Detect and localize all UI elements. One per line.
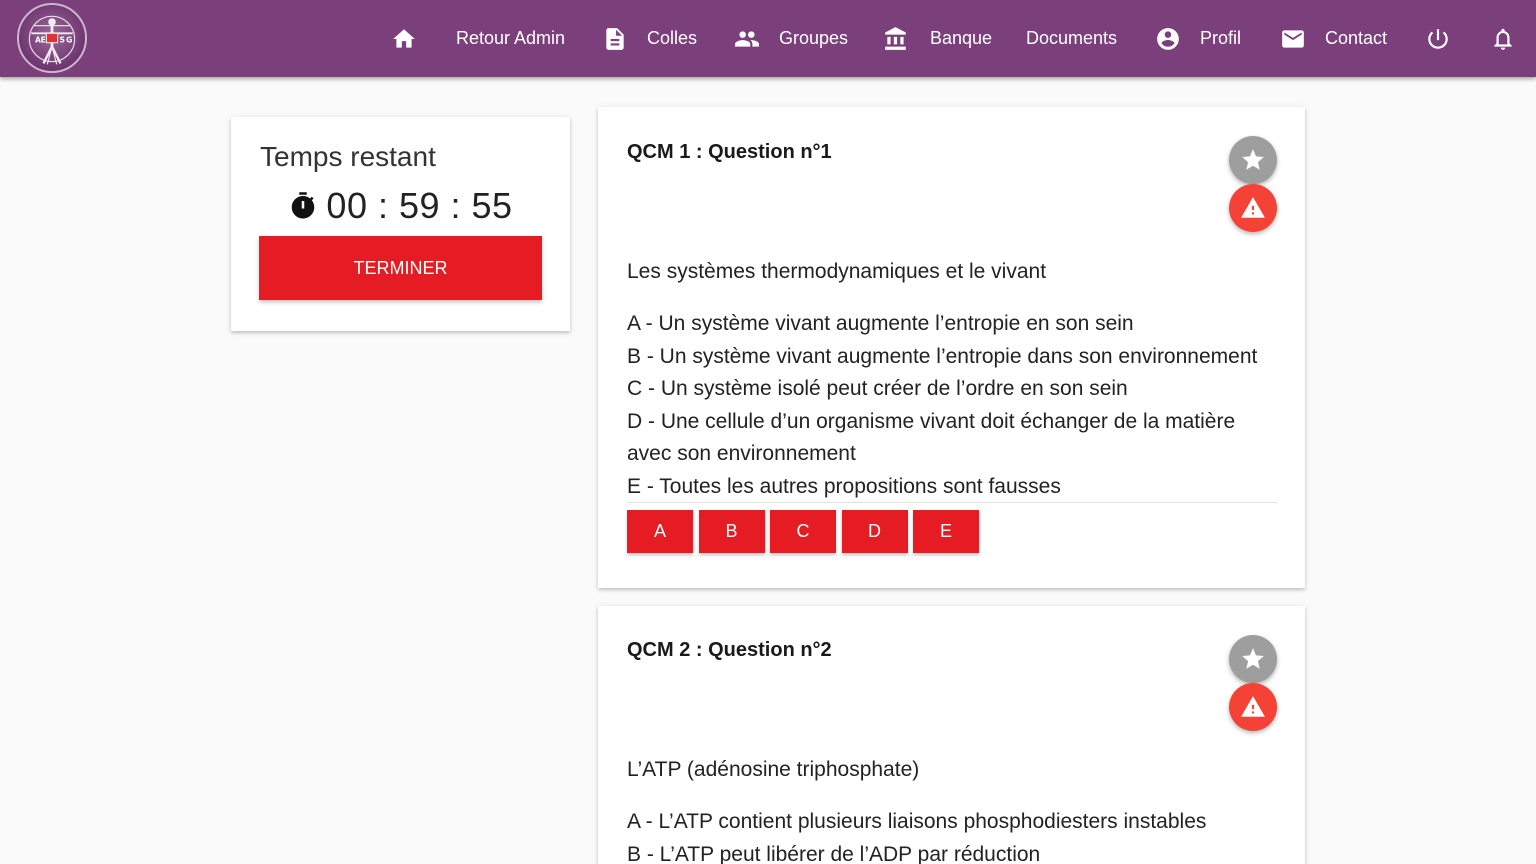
answer-a-button[interactable]: A bbox=[627, 510, 693, 553]
group-icon bbox=[734, 26, 760, 52]
power-icon bbox=[1425, 26, 1451, 52]
bank-icon bbox=[883, 26, 909, 52]
choice-b: B - Un système vivant augmente l’entropi… bbox=[627, 344, 1258, 368]
divider bbox=[627, 502, 1277, 503]
nav-contact-label: Contact bbox=[1325, 28, 1388, 48]
favorite-button[interactable] bbox=[1229, 136, 1277, 184]
nav-notifications[interactable] bbox=[1490, 0, 1516, 77]
svg-text:S: S bbox=[60, 36, 65, 45]
warning-icon bbox=[1241, 197, 1265, 218]
answer-c-button[interactable]: C bbox=[770, 510, 836, 553]
star-icon bbox=[1242, 149, 1264, 170]
timer-value: 00 : 59 : 55 bbox=[326, 185, 513, 226]
choice-a: A - Un système vivant augmente l’entropi… bbox=[627, 312, 1134, 335]
timer-card: Temps restant 00 : 59 : 55 TERMINER bbox=[231, 117, 570, 331]
timer-title: Temps restant bbox=[260, 141, 436, 172]
question-card-1: QCM 1 : Question n°1 Les systèmes thermo… bbox=[598, 107, 1305, 588]
nav-colles-label: Colles bbox=[647, 28, 698, 48]
nav-banque-label: Banque bbox=[930, 28, 993, 48]
choice-c: C - Un système isolé peut créer de l’ord… bbox=[627, 377, 1128, 400]
question-choices: A - Un système vivant augmente l’entropi… bbox=[627, 308, 1277, 503]
nav-retour-admin[interactable]: Retour Admin bbox=[456, 0, 565, 77]
answer-buttons: A B C D E bbox=[627, 510, 985, 553]
question-title: QCM 2 : Question n°2 bbox=[627, 639, 832, 661]
bell-icon bbox=[1490, 26, 1516, 52]
nav-groupes[interactable]: Groupes bbox=[734, 0, 848, 77]
logo[interactable]: A E S G bbox=[17, 3, 87, 73]
nav-documents[interactable]: Documents bbox=[1026, 0, 1117, 77]
nav-retour-admin-label: Retour Admin bbox=[456, 28, 566, 48]
nav-profil-label: Profil bbox=[1200, 28, 1242, 48]
star-icon bbox=[1242, 648, 1264, 669]
nav-home[interactable] bbox=[391, 0, 417, 77]
document-icon bbox=[602, 26, 628, 52]
svg-text:E: E bbox=[41, 36, 46, 45]
answer-e-button[interactable]: E bbox=[913, 510, 979, 553]
choice-e: E - Toutes les autres propositions sont … bbox=[627, 474, 1061, 498]
nav-contact[interactable]: Contact bbox=[1280, 0, 1387, 77]
nav-banque[interactable]: Banque bbox=[883, 0, 992, 77]
svg-text:G: G bbox=[66, 36, 72, 45]
nav-colles[interactable]: Colles bbox=[602, 0, 697, 77]
nav-groupes-label: Groupes bbox=[779, 28, 849, 48]
nav-logout[interactable] bbox=[1425, 0, 1451, 77]
favorite-button[interactable] bbox=[1229, 635, 1277, 683]
report-button[interactable] bbox=[1229, 184, 1277, 232]
mail-icon bbox=[1280, 26, 1306, 52]
choice-d: D - Une cellule d’un organisme vivant do… bbox=[627, 409, 1236, 466]
choice-b: B - L’ATP peut libérer de l’ADP par rédu… bbox=[627, 842, 1041, 864]
nav-profil[interactable]: Profil bbox=[1155, 0, 1241, 77]
answer-b-button[interactable]: B bbox=[698, 510, 765, 553]
account-circle-icon bbox=[1155, 26, 1181, 52]
question-title: QCM 1 : Question n°1 bbox=[627, 141, 832, 163]
question-subject: L’ATP (adénosine triphosphate) bbox=[627, 758, 920, 781]
answer-d-button[interactable]: D bbox=[841, 510, 908, 553]
question-card-2: QCM 2 : Question n°2 L’ATP (adénosine tr… bbox=[598, 606, 1305, 864]
question-subject: Les systèmes thermodynamiques et le viva… bbox=[627, 260, 1047, 283]
top-navbar: A E S G Retour Admin Colles Groupes Banq… bbox=[0, 0, 1536, 77]
home-icon bbox=[391, 26, 417, 52]
timer-row: 00 : 59 : 55 bbox=[231, 185, 570, 227]
vitruvian-logo-icon: A E S G bbox=[28, 15, 76, 65]
terminer-button[interactable]: TERMINER bbox=[259, 236, 542, 300]
warning-icon bbox=[1241, 696, 1265, 717]
choice-a: A - L’ATP contient plusieurs liaisons ph… bbox=[627, 810, 1207, 833]
stopwatch-icon bbox=[292, 192, 315, 219]
report-button[interactable] bbox=[1229, 683, 1277, 731]
nav-documents-label: Documents bbox=[1026, 28, 1118, 48]
question-choices: A - L’ATP contient plusieurs liaisons ph… bbox=[627, 806, 1277, 864]
